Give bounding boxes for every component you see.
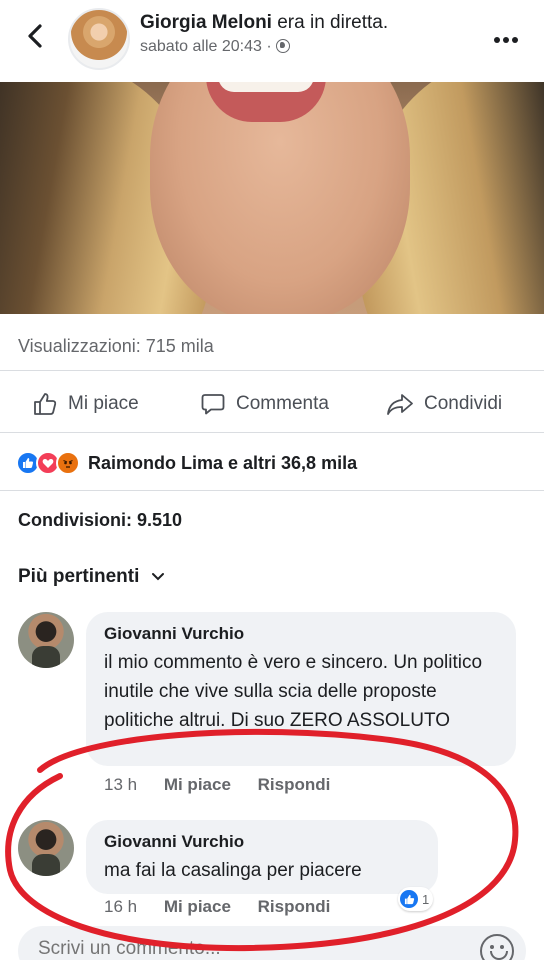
post-actions: Mi piace Commenta Condividi — [0, 384, 544, 424]
comment-like-button[interactable]: Mi piace — [164, 897, 231, 916]
emoji-icon[interactable] — [480, 934, 514, 960]
comment-label: Commenta — [236, 393, 329, 414]
reactions-text[interactable]: Raimondo Lima e altri 36,8 mila — [88, 453, 357, 474]
comment-like-button[interactable]: Mi piace — [164, 775, 231, 794]
like-button[interactable]: Mi piace — [32, 384, 139, 424]
thumbs-up-icon — [34, 393, 57, 415]
share-label: Condividi — [424, 393, 503, 414]
post-header: Giorgia Meloni era in diretta. sabato al… — [0, 0, 544, 82]
live-status: era in diretta. — [277, 12, 389, 33]
like-reaction-icon — [398, 888, 420, 910]
share-count[interactable]: Condivisioni: 9.510 — [18, 510, 182, 531]
angry-reaction-icon — [56, 451, 80, 475]
view-count: Visualizzazioni: 715 mila — [18, 336, 214, 356]
video-frame-detail — [218, 82, 314, 92]
comment-meta: 16 h Mi piace Rispondi — [104, 897, 352, 917]
reactions-summary[interactable]: Raimondo Lima e altri 36,8 mila — [16, 450, 357, 476]
post-timestamp[interactable]: sabato alle 20:43 · — [140, 38, 272, 55]
globe-icon — [275, 39, 290, 53]
comment-author[interactable]: Giovanni Vurchio — [104, 832, 244, 852]
divider — [0, 432, 544, 433]
like-label: Mi piace — [68, 393, 139, 414]
divider — [0, 490, 544, 491]
comment-text: il mio commento è vero e sincero. Un pol… — [104, 652, 483, 731]
comment-reaction-badge[interactable]: 1 — [398, 887, 434, 911]
comment-input[interactable] — [38, 938, 458, 960]
post-author-line: Giorgia Meloni era in diretta. — [140, 12, 388, 34]
author-avatar[interactable] — [68, 8, 130, 70]
comment-meta: 13 h Mi piace Rispondi — [104, 775, 352, 795]
live-video[interactable] — [0, 82, 544, 314]
comment-reply-button[interactable]: Rispondi — [258, 897, 331, 916]
comment-text: ma fai la casalinga per piacere — [104, 860, 362, 881]
more-options-icon[interactable] — [494, 30, 524, 44]
comment-reaction-count: 1 — [422, 891, 430, 907]
comment-time[interactable]: 16 h — [104, 897, 137, 916]
share-arrow-icon — [387, 394, 413, 415]
chevron-down-icon — [152, 573, 165, 581]
comment-sort-label: Più pertinenti — [18, 566, 140, 587]
comment-sort-dropdown[interactable]: Più pertinenti — [18, 566, 165, 588]
comment-button[interactable]: Commenta — [200, 384, 329, 424]
divider — [0, 370, 544, 371]
comment-bubble-icon — [201, 394, 225, 415]
comment-reply-button[interactable]: Rispondi — [258, 775, 331, 794]
comment-composer — [18, 926, 526, 960]
back-arrow-icon[interactable] — [22, 20, 50, 52]
commenter-avatar[interactable] — [18, 820, 74, 876]
post-meta: sabato alle 20:43 · — [140, 38, 290, 56]
comment-time[interactable]: 13 h — [104, 775, 137, 794]
comment-author[interactable]: Giovanni Vurchio — [104, 624, 244, 644]
author-name[interactable]: Giorgia Meloni — [140, 12, 272, 33]
share-button[interactable]: Condividi — [386, 384, 502, 424]
commenter-avatar[interactable] — [18, 612, 74, 668]
